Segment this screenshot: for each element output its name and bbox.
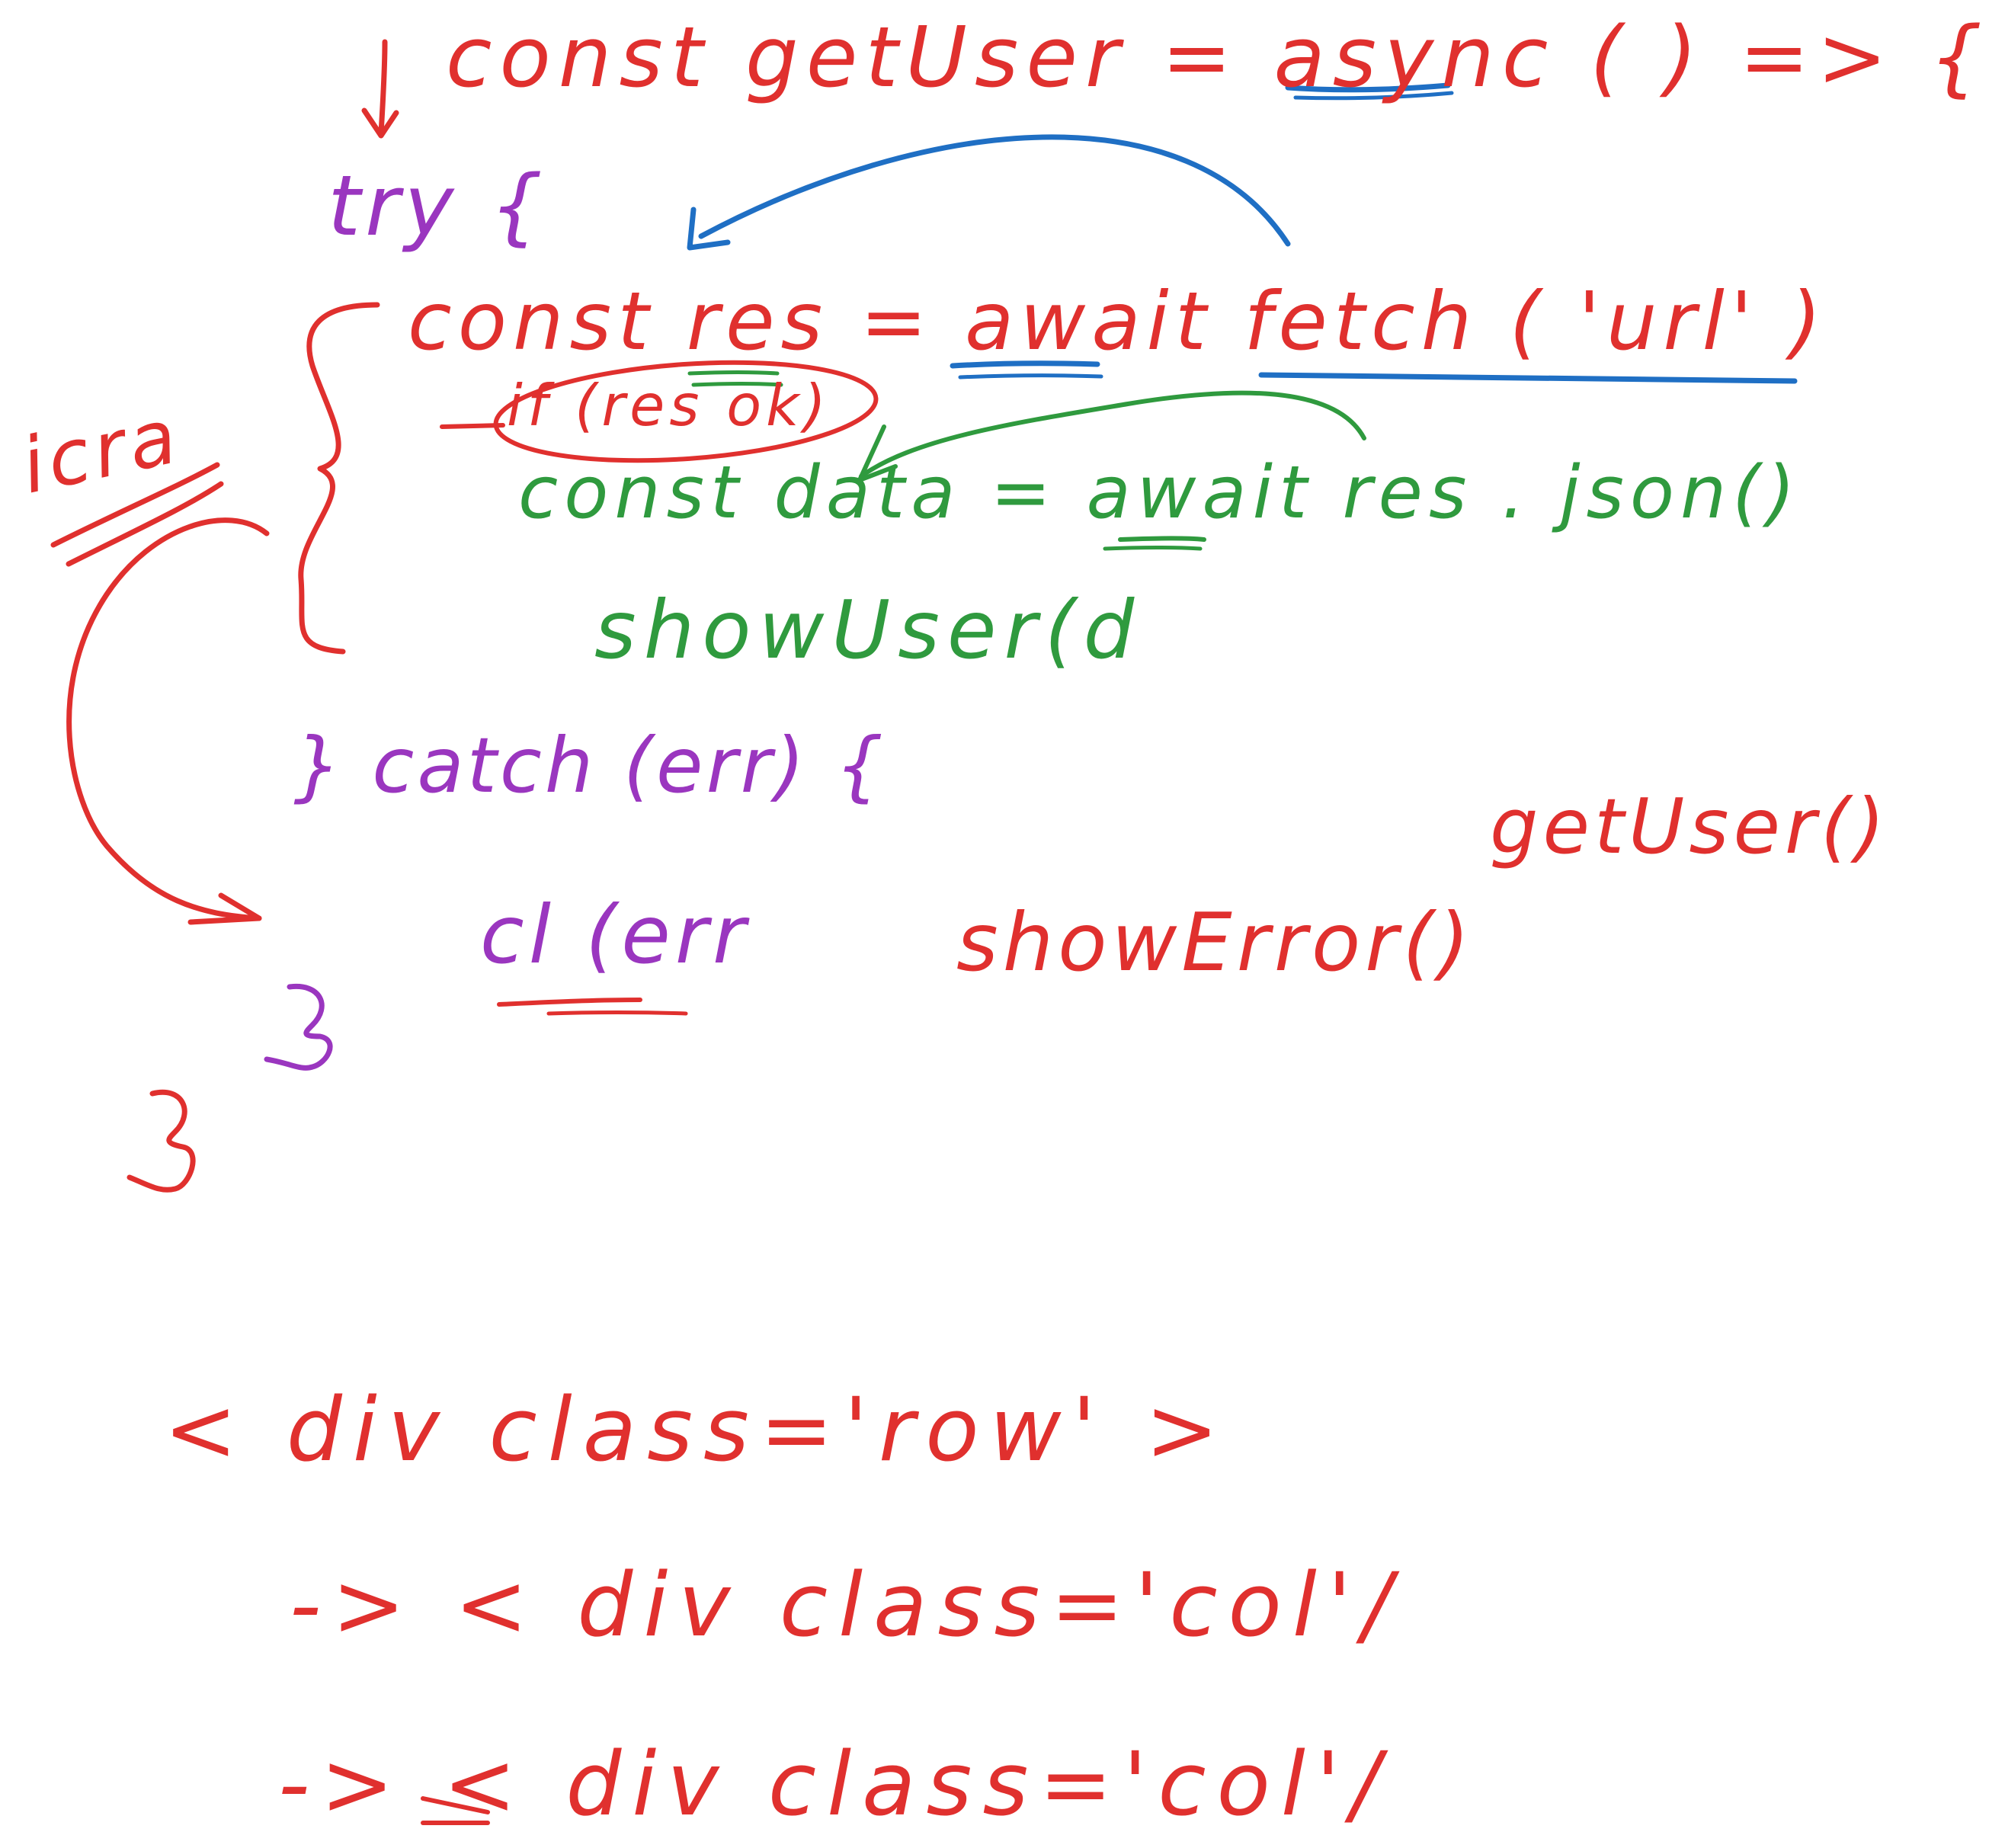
red-curved-arrow-icon bbox=[66, 517, 270, 925]
down-arrow-icon bbox=[361, 39, 399, 139]
cl-underline bbox=[497, 998, 642, 1007]
try-body-brace bbox=[298, 302, 380, 655]
blue-arrow-icon bbox=[687, 134, 1291, 251]
code-line-show-user: showUser(d bbox=[594, 584, 1142, 677]
code-line-json: const data = await res . json() bbox=[518, 451, 1802, 535]
code-line-if-res-ok: if (res ok) bbox=[507, 372, 831, 439]
html-line-row: < div class='row' > bbox=[164, 1379, 1230, 1481]
html-line-col-1: -> < div class='col'/ bbox=[290, 1555, 1403, 1657]
code-line-getuser-call: getUser() bbox=[1490, 782, 1890, 871]
code-line-fetch: const res = await fetch ( 'url' ) bbox=[408, 275, 1827, 368]
code-line-show-error: showError() bbox=[956, 896, 1475, 989]
catch-close-brace bbox=[264, 983, 333, 1071]
whiteboard-canvas: const getUser = async ( ) => { try { con… bbox=[0, 0, 2005, 1848]
fetch-underline-blue bbox=[1258, 372, 1798, 384]
code-line-console-log: cl (err bbox=[480, 889, 751, 982]
await-underline-green bbox=[1118, 536, 1206, 542]
code-line-function-declaration: const getUser = async ( ) => { bbox=[446, 8, 1991, 106]
code-line-try: try { bbox=[328, 157, 548, 255]
code-line-catch: } catch (err) { bbox=[293, 721, 887, 810]
html-line-col-2: -> < div class='col'/ bbox=[278, 1734, 1392, 1836]
function-close-brace bbox=[127, 1089, 196, 1193]
